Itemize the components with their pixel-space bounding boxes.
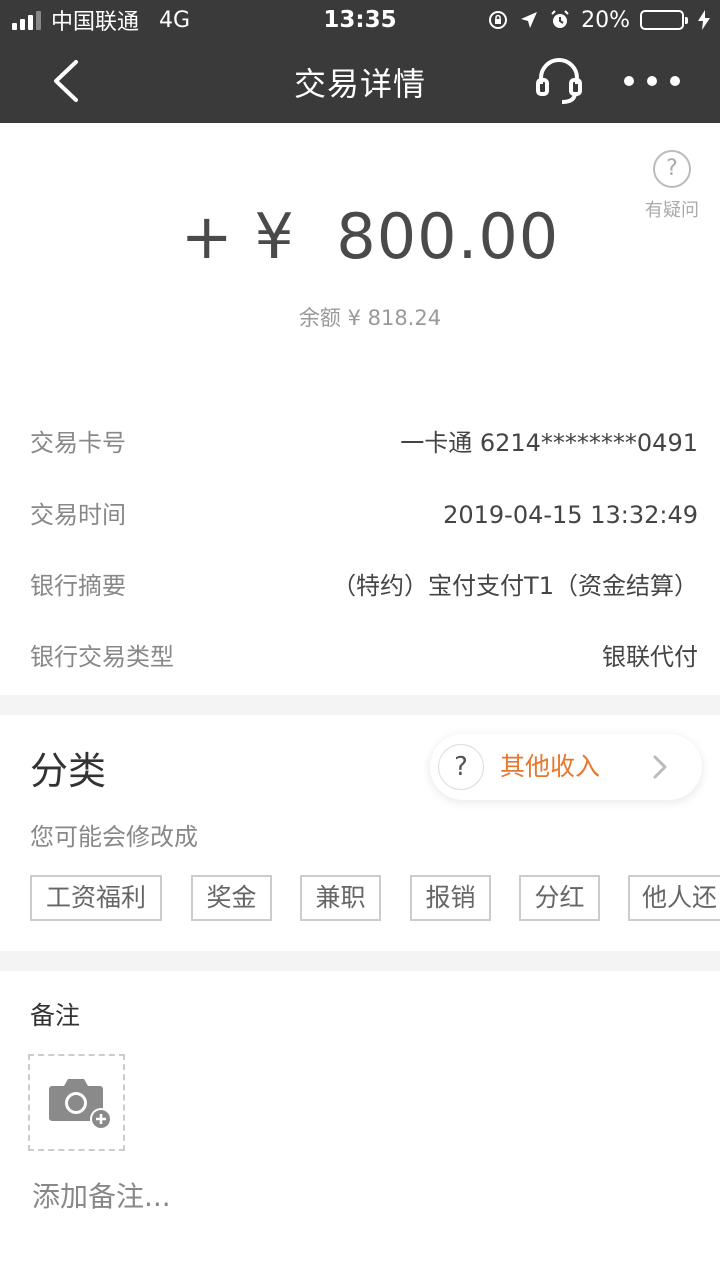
nav-bar: 交易详情 [0, 40, 720, 123]
question-icon: ? [438, 744, 484, 790]
section-divider [0, 951, 720, 971]
more-dots-icon[interactable] [624, 68, 680, 94]
question-icon: ? [653, 150, 691, 188]
detail-row-time: 交易时间 2019-04-15 13:32:49 [0, 495, 720, 535]
detail-label: 银行摘要 [30, 572, 126, 600]
detail-row-card: 交易卡号 一卡通 6214********0491 [0, 423, 720, 463]
section-divider [0, 695, 720, 715]
detail-value: （特约）宝付支付T1（资金结算） [332, 572, 698, 600]
location-icon [521, 12, 538, 28]
detail-value: 一卡通 6214********0491 [400, 429, 698, 457]
charging-icon [698, 10, 710, 30]
category-title: 分类 [30, 749, 107, 793]
category-selector[interactable]: ? 其他收入 [430, 734, 702, 800]
rotation-lock-icon [489, 11, 508, 29]
category-tag[interactable]: 工资福利 [30, 875, 162, 921]
detail-row-type: 银行交易类型 银联代付 [0, 637, 720, 677]
note-title: 备注 [30, 1001, 81, 1030]
transaction-amount: + ¥ 800.00 [180, 200, 560, 273]
battery-percent: 20% [581, 7, 630, 33]
category-tag[interactable]: 他人还 [628, 875, 720, 921]
add-photo-button[interactable] [28, 1054, 125, 1151]
category-tag[interactable]: 兼职 [300, 875, 381, 921]
detail-label: 交易时间 [30, 501, 126, 529]
detail-value: 2019-04-15 13:32:49 [443, 501, 698, 529]
page-title: 交易详情 [293, 64, 426, 103]
battery-icon [640, 10, 688, 30]
current-category: 其他收入 [500, 752, 601, 781]
category-hint: 您可能会修改成 [30, 823, 198, 851]
note-input[interactable] [32, 1180, 692, 1213]
chevron-right-icon [653, 755, 667, 779]
clock: 13:35 [323, 7, 397, 33]
status-bar: 中国联通 4G 13:35 20% [0, 0, 720, 40]
camera-add-icon [49, 1079, 112, 1130]
detail-label: 交易卡号 [30, 429, 126, 457]
detail-value: 银联代付 [602, 643, 698, 671]
headset-icon[interactable] [534, 56, 584, 106]
alarm-icon [551, 10, 569, 28]
detail-label: 银行交易类型 [30, 643, 174, 671]
account-balance: 余额 ¥ 818.24 [298, 306, 442, 330]
category-tag[interactable]: 报销 [410, 875, 491, 921]
category-suggestions: 工资福利 奖金 兼职 报销 分红 他人还 [30, 875, 720, 923]
category-tag[interactable]: 分红 [519, 875, 600, 921]
detail-row-summary: 银行摘要 （特约）宝付支付T1（资金结算） [0, 566, 720, 606]
category-tag[interactable]: 奖金 [191, 875, 272, 921]
